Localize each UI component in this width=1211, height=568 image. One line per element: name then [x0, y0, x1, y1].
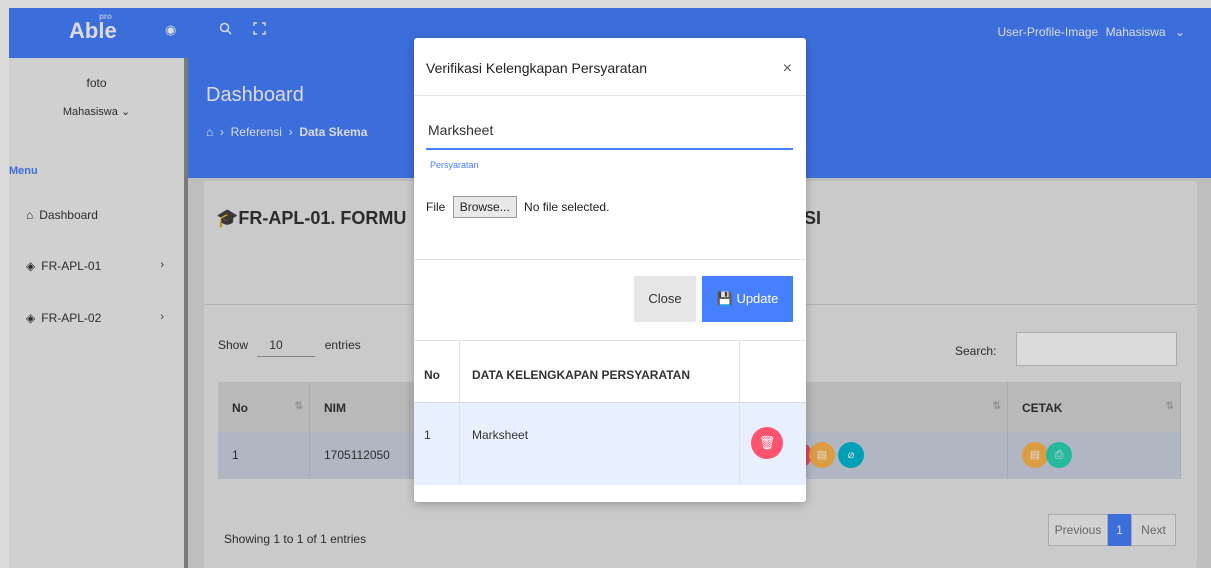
verification-modal: Verifikasi Kelengkapan Persyaratan × Mar… — [414, 38, 806, 502]
close-button[interactable]: Close — [634, 276, 696, 322]
update-button[interactable]: 💾 Update — [702, 276, 793, 322]
file-label: File — [426, 200, 446, 214]
browse-button[interactable]: Browse... — [452, 196, 517, 218]
modal-column-header-action — [740, 341, 806, 403]
file-upload: File Browse... No file selected. — [426, 196, 609, 218]
persyaratan-input[interactable]: Marksheet — [426, 122, 793, 150]
persyaratan-label: Persyaratan — [430, 160, 479, 170]
file-status: No file selected. — [524, 200, 610, 214]
update-label: Update — [736, 291, 779, 306]
modal-column-header-data: DATA KELENGKAPAN PERSYARATAN — [460, 341, 740, 403]
modal-title: Verifikasi Kelengkapan Persyaratan — [426, 60, 648, 76]
close-icon[interactable]: × — [783, 60, 792, 78]
save-icon: 💾 — [716, 291, 733, 306]
app-root: Able pro ◉ User-Profile-Image Mahasiswa … — [0, 0, 1211, 568]
trash-icon: 🗑 — [758, 435, 776, 450]
modal-divider — [414, 95, 806, 96]
modal-table-cell-no: 1 — [414, 403, 460, 485]
modal-column-header-no: No — [414, 341, 460, 403]
modal-divider — [414, 259, 806, 260]
delete-button[interactable]: 🗑 — [751, 427, 783, 459]
modal-table-cell-data: Marksheet — [460, 403, 740, 485]
